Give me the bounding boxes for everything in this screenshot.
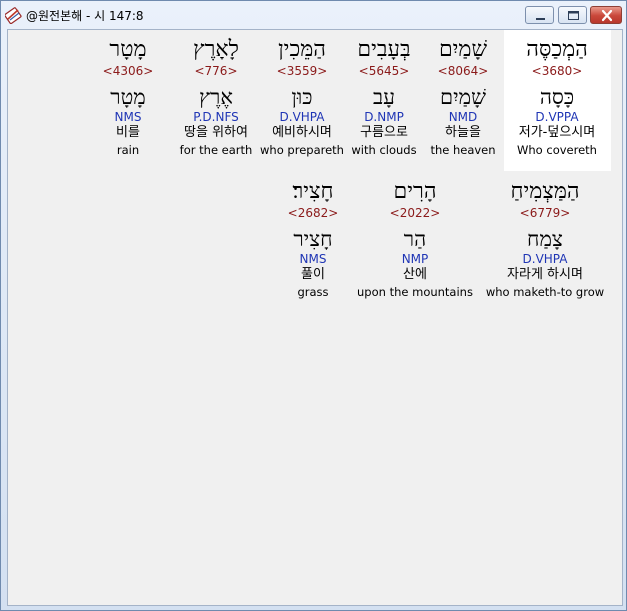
minimize-button[interactable] bbox=[525, 6, 554, 24]
korean-gloss: 자라게 하시며 bbox=[507, 267, 583, 282]
korean-gloss: 예비하시며 bbox=[272, 125, 332, 140]
morphology: P.D.NFS bbox=[193, 110, 239, 124]
strong-number[interactable]: <3559> bbox=[254, 64, 350, 78]
strong-number[interactable]: <2682> bbox=[276, 206, 350, 220]
english-gloss: for the earth bbox=[179, 143, 253, 157]
title-bar[interactable]: @원전본해 - 시 147:8 bbox=[1, 1, 626, 29]
korean-gloss: 산에 bbox=[403, 267, 427, 282]
lemma: חָצִיר bbox=[293, 227, 333, 251]
lemma: הַר bbox=[403, 227, 427, 251]
strong-number[interactable]: <4306> bbox=[90, 64, 166, 78]
english-gloss: who prepareth bbox=[260, 143, 344, 157]
close-icon bbox=[601, 9, 613, 22]
morphology: D.VPPA bbox=[535, 110, 579, 124]
morphology: NMP bbox=[401, 252, 429, 266]
hebrew-word: בְּעָבִים bbox=[357, 37, 411, 62]
word-1-1[interactable]: מָטָר <4306> מָטָר NMS 비를 rain bbox=[90, 36, 166, 158]
morphology: NMD bbox=[448, 110, 478, 124]
word-1-3[interactable]: הַמֵּכִין <3559> כּוּן D.VHPA 예비하시며 who … bbox=[254, 36, 350, 158]
hebrew-word: מָטָר bbox=[109, 37, 147, 62]
word-1-6[interactable]: הַמְכַסֶּה <3680> כָּסָה D.VPPA 저가-덮으시며 … bbox=[502, 36, 612, 158]
hebrew-word: הָרִים bbox=[393, 179, 437, 204]
strong-number[interactable]: <3680> bbox=[502, 64, 612, 78]
english-gloss: with clouds bbox=[351, 143, 417, 157]
lemma: מָטָר bbox=[110, 85, 146, 109]
hebrew-word: הַמֵּכִין bbox=[278, 37, 326, 62]
maximize-icon bbox=[568, 11, 579, 20]
hebrew-word: הַמְכַסֶּה bbox=[526, 37, 588, 62]
strong-number[interactable]: <5645> bbox=[346, 64, 422, 78]
bible-app-icon[interactable] bbox=[4, 7, 22, 25]
hebrew-word: לָאָרֶץ bbox=[193, 37, 239, 62]
word-2-2[interactable]: הָרִים <2022> הַר NMP 산에 upon the mounta… bbox=[352, 178, 478, 300]
korean-gloss: 하늘을 bbox=[445, 125, 481, 140]
app-window: @원전본해 - 시 147:8 מָטָר <4306> מָטָר NMS 비… bbox=[0, 0, 627, 611]
word-1-4[interactable]: בְּעָבִים <5645> עָב D.NMP 구름으로 with clo… bbox=[346, 36, 422, 158]
lemma: כּוּן bbox=[291, 85, 313, 109]
korean-gloss: 비를 bbox=[116, 125, 140, 140]
english-gloss: Who covereth bbox=[517, 143, 597, 157]
maximize-button[interactable] bbox=[558, 6, 587, 24]
strong-number[interactable]: <6779> bbox=[480, 206, 610, 220]
minimize-icon bbox=[536, 18, 545, 20]
korean-gloss: 구름으로 bbox=[360, 125, 408, 140]
english-gloss: rain bbox=[116, 143, 140, 157]
word-2-1[interactable]: חָצִיר׃ <2682> חָצִיר NMS 풀이 grass bbox=[276, 178, 350, 300]
korean-gloss: 땅을 위하여 bbox=[184, 125, 248, 140]
word-1-2[interactable]: לָאָרֶץ <776> אֶרֶץ P.D.NFS 땅을 위하여 for t… bbox=[164, 36, 268, 158]
close-button[interactable] bbox=[590, 6, 622, 24]
strong-number[interactable]: <8064> bbox=[424, 64, 502, 78]
strong-number[interactable]: <2022> bbox=[352, 206, 478, 220]
morphology: NMS bbox=[114, 110, 142, 124]
lemma: צָמַח bbox=[527, 227, 563, 251]
morphology: D.VHPA bbox=[522, 252, 568, 266]
hebrew-word: שָׁמַיִם bbox=[438, 37, 488, 62]
strong-number[interactable]: <776> bbox=[164, 64, 268, 78]
lemma: עָב bbox=[372, 85, 395, 109]
window-title: @원전본해 - 시 147:8 bbox=[26, 9, 144, 23]
lemma: שָׁמַיִם bbox=[440, 85, 486, 109]
morphology: NMS bbox=[299, 252, 327, 266]
hebrew-word: הַמַּצְמִיחַ bbox=[510, 179, 580, 204]
lemma: כָּסָה bbox=[539, 85, 575, 109]
hebrew-word: חָצִיר׃ bbox=[292, 179, 334, 204]
korean-gloss: 풀이 bbox=[301, 267, 325, 282]
lemma: אֶרֶץ bbox=[199, 85, 233, 109]
morphology: D.VHPA bbox=[279, 110, 325, 124]
word-1-5[interactable]: שָׁמַיִם <8064> שָׁמַיִם NMD 하늘을 the hea… bbox=[424, 36, 502, 158]
verse-view[interactable]: מָטָר <4306> מָטָר NMS 비를 rain לָאָרֶץ <… bbox=[7, 29, 623, 606]
word-2-3[interactable]: הַמַּצְמִיחַ <6779> צָמַח D.VHPA 자라게 하시며… bbox=[480, 178, 610, 300]
morphology: D.NMP bbox=[364, 110, 404, 124]
english-gloss: upon the mountains bbox=[357, 285, 473, 299]
english-gloss: the heaven bbox=[430, 143, 496, 157]
korean-gloss: 저가-덮으시며 bbox=[518, 125, 596, 140]
english-gloss: who maketh-to grow bbox=[485, 285, 605, 299]
english-gloss: grass bbox=[297, 285, 329, 299]
